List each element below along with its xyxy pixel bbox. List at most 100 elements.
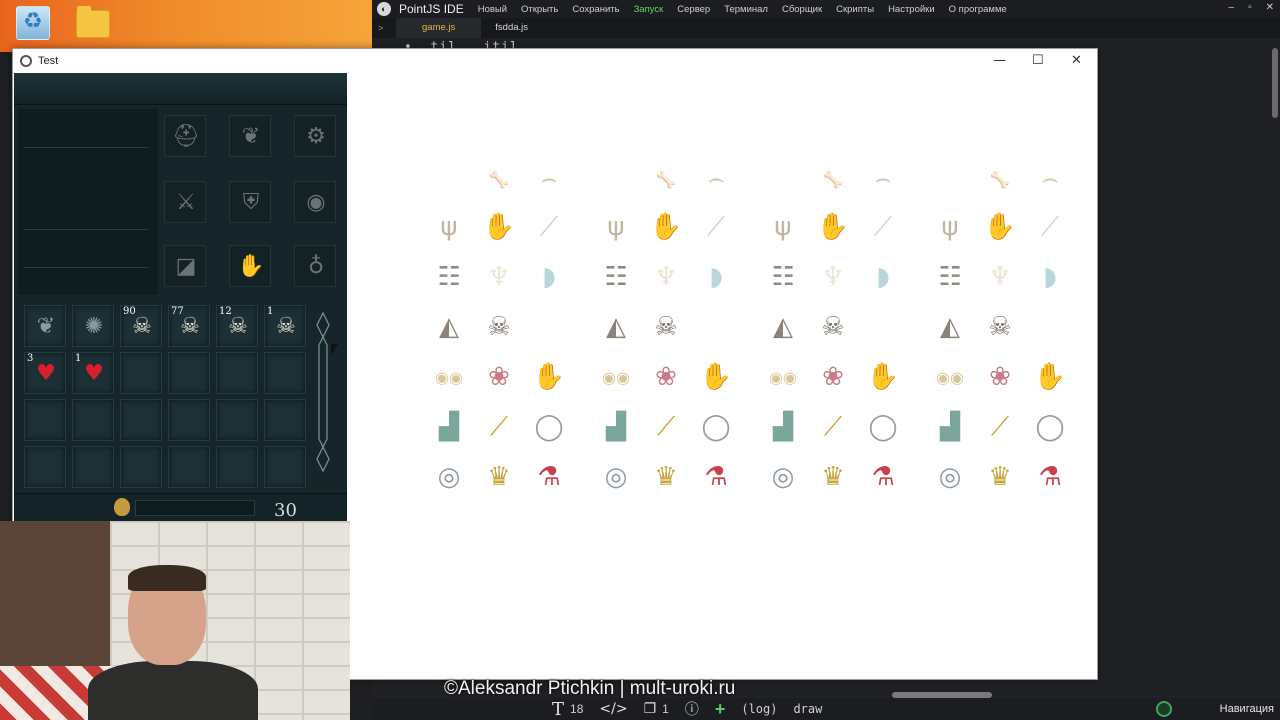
menu-server[interactable]: Сервер [677, 4, 710, 15]
inventory-slot[interactable] [264, 399, 306, 441]
inventory-slot[interactable] [216, 352, 258, 394]
inventory-slot[interactable] [24, 399, 66, 441]
inventory-slot[interactable] [216, 399, 258, 441]
pages-icon: ❐ [643, 701, 657, 717]
folder-icon[interactable] [76, 6, 110, 38]
zombie-hand-icon: ✋ [532, 362, 566, 392]
inventory-panel: ⛑ ❦ ⚙ ⚔ ⛨ ◉ ◪ ✋ ♁ ❦ ✺ 90 ☠ 77 ☠ 12 ☠ 1 ☠ 3 ♥ … [14, 73, 347, 523]
menu-save[interactable]: Сохранить [572, 4, 619, 15]
code-view-button[interactable]: </> [599, 701, 627, 717]
editor-scrollbar[interactable] [1272, 48, 1278, 118]
menu-builder[interactable]: Сборщик [782, 4, 822, 15]
recycle-bin-icon[interactable] [16, 6, 50, 40]
inventory-scrollbar[interactable] [316, 311, 330, 473]
inventory-slot[interactable]: 3 ♥ [24, 352, 66, 394]
eyes-icon: ◉◉ [936, 367, 964, 387]
desktop-background [0, 0, 372, 52]
inventory-slot[interactable] [24, 446, 66, 488]
inventory-slot[interactable] [264, 446, 306, 488]
chevron-right-icon[interactable]: > [378, 23, 396, 33]
status-indicator-icon[interactable] [1156, 701, 1172, 717]
bone-icon: 🦴 [489, 169, 509, 189]
syringe-icon: ⟋ [489, 411, 509, 442]
inventory-slot[interactable]: ✺ [72, 305, 114, 347]
inventory-slot[interactable] [120, 399, 162, 441]
crab-icon: ✺ [84, 314, 104, 339]
inventory-slot[interactable]: 77 ☠ [168, 305, 210, 347]
gold-value: 30 [274, 500, 297, 521]
close-icon[interactable]: ✕ [1266, 2, 1274, 13]
ribcage-icon: ☷ [771, 262, 795, 292]
equip-slot-helmet[interactable]: ⛑ [164, 115, 206, 157]
menu-open[interactable]: Открыть [521, 4, 558, 15]
helmet-icon: ⛑ [172, 124, 200, 149]
equip-slot-amulet[interactable]: ❦ [229, 115, 271, 157]
gold-field [135, 500, 255, 516]
inventory-slot[interactable] [216, 446, 258, 488]
belt-icon: ♁ [307, 254, 325, 279]
gold-bag-icon [114, 498, 130, 516]
ide-tabbar: > game.js fsdda.js [372, 18, 1280, 38]
log-button[interactable]: (log) [741, 702, 777, 716]
equip-slot-weapon[interactable]: ⚔ [164, 181, 206, 223]
inventory-slot[interactable]: 1 ☠ [264, 305, 306, 347]
tab-game-js[interactable]: game.js [396, 18, 482, 38]
inventory-slot[interactable]: 90 ☠ [120, 305, 162, 347]
menu-terminal[interactable]: Терминал [724, 4, 768, 15]
inventory-slot[interactable] [72, 399, 114, 441]
draw-button[interactable]: draw [793, 702, 822, 716]
tab-fsdda-js[interactable]: fsdda.js [481, 18, 542, 38]
potion-icon: ⚗ [871, 462, 895, 492]
jaw-icon: ⌢ [874, 163, 892, 194]
close-icon[interactable]: ✕ [1071, 53, 1082, 68]
equip-slot-accessory[interactable]: ⚙ [294, 115, 336, 157]
menu-new[interactable]: Новый [478, 4, 507, 15]
ribcage-icon: ☷ [604, 262, 628, 292]
shield-icon: ◉ [306, 190, 326, 215]
divider [24, 147, 148, 148]
equip-slot-boots[interactable]: ◪ [164, 245, 206, 287]
inventory-slot[interactable] [264, 352, 306, 394]
ring-icon: ◎ [604, 462, 628, 492]
inventory-slot[interactable]: 1 ♥ [72, 352, 114, 394]
zombie-foot-icon: ▟ [606, 412, 626, 442]
pages-control[interactable]: ❐ 1 [644, 701, 669, 717]
inventory-slot[interactable] [168, 446, 210, 488]
zombie-hand-icon: ✋ [699, 362, 733, 392]
minimize-icon[interactable]: — [993, 53, 1006, 68]
bird-skull-icon: ◭ [439, 312, 459, 342]
menu-run[interactable]: Запуск [634, 4, 664, 15]
app-icon [20, 55, 32, 67]
menu-about[interactable]: О программе [949, 4, 1007, 15]
hand-bones-icon: ✋ [649, 212, 683, 242]
help-button[interactable]: ⓘ [685, 699, 699, 719]
menu-scripts[interactable]: Скрипты [836, 4, 874, 15]
add-button[interactable]: + [715, 699, 726, 720]
inventory-slot[interactable] [120, 352, 162, 394]
equip-slot-gloves[interactable]: ✋ [229, 245, 271, 287]
code-brackets-icon: </> [599, 701, 628, 717]
inventory-slot[interactable]: 12 ☠ [216, 305, 258, 347]
navigation-label[interactable]: Навигация [1220, 703, 1274, 715]
ring-icon: ◎ [437, 462, 461, 492]
equip-slot-shield[interactable]: ◉ [294, 181, 336, 223]
inventory-slot[interactable]: ❦ [24, 305, 66, 347]
inventory-slot[interactable] [72, 446, 114, 488]
equip-slot-armor[interactable]: ⛨ [229, 181, 271, 223]
bracelet-icon: ◯ [1035, 412, 1065, 442]
inventory-slot[interactable] [120, 446, 162, 488]
equip-slot-ring[interactable]: ♁ [294, 245, 336, 287]
arm-bone-icon: ⟋ [873, 211, 893, 242]
maximize-icon[interactable]: ☐ [1032, 53, 1044, 68]
claw-icon: ψ [941, 212, 959, 242]
eyes-icon: ◉◉ [769, 367, 797, 387]
skull-icon: ☠ [821, 312, 845, 342]
minimize-icon[interactable]: – [1229, 2, 1235, 13]
inventory-slot[interactable] [168, 399, 210, 441]
maximize-icon[interactable]: ▫ [1248, 2, 1252, 13]
inventory-slot[interactable] [168, 352, 210, 394]
font-size-control[interactable]: T 18 [552, 699, 583, 720]
menu-settings[interactable]: Настройки [888, 4, 935, 15]
log-label: (log) [741, 702, 778, 716]
bird-skull-icon: ◭ [773, 312, 793, 342]
